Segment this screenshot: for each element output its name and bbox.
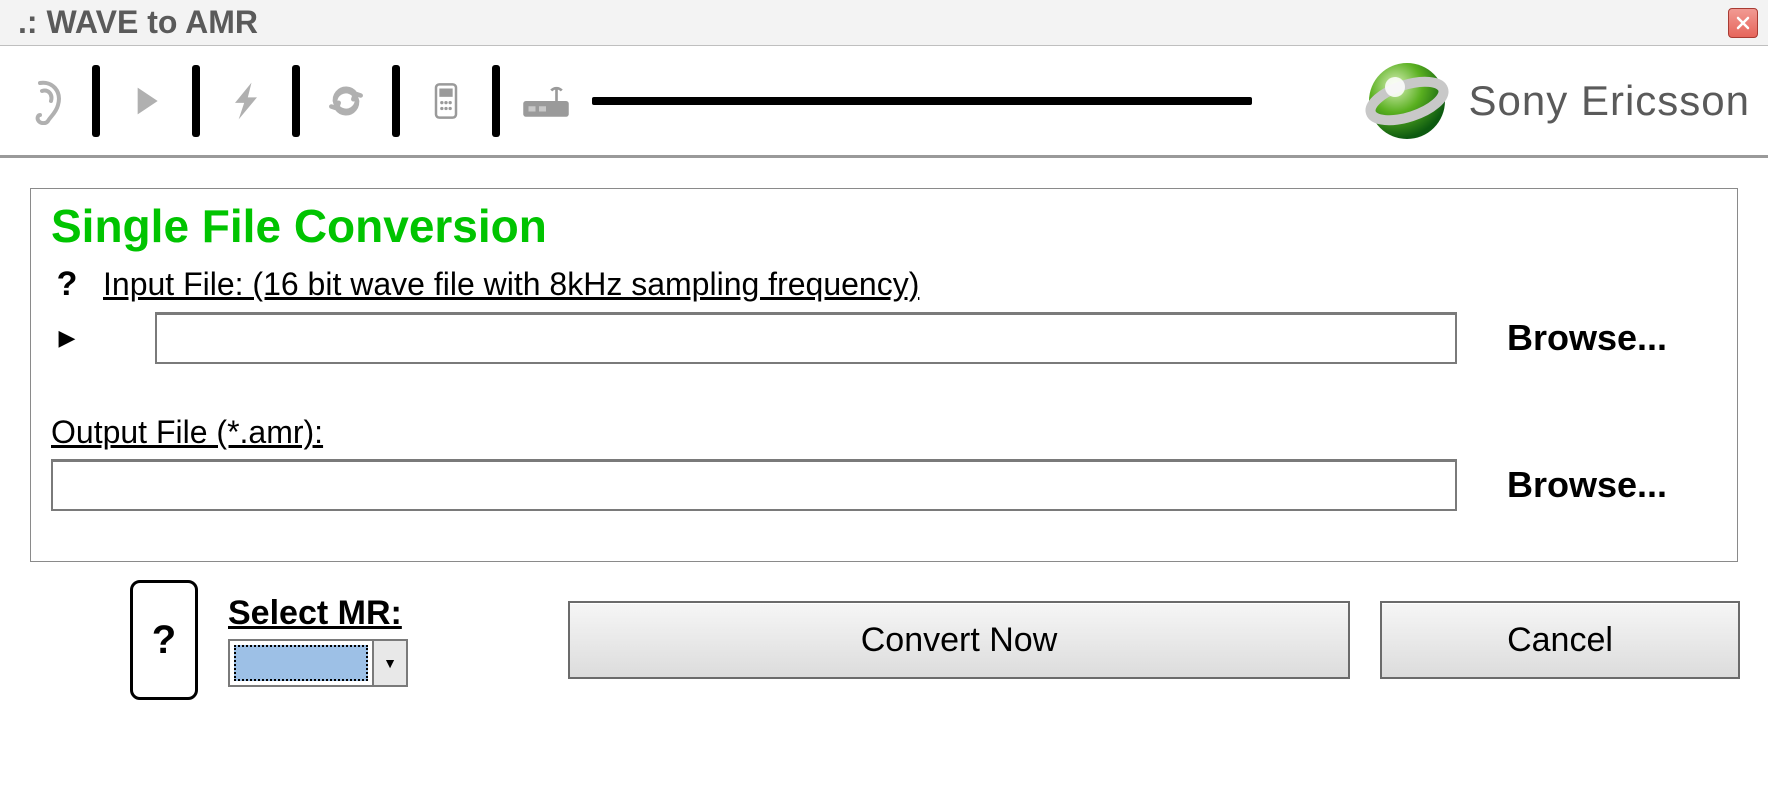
output-browse-button[interactable]: Browse...	[1507, 464, 1707, 506]
cancel-button[interactable]: Cancel	[1380, 601, 1740, 679]
progress-line	[592, 97, 1252, 105]
brand-name: Sony Ericsson	[1469, 77, 1750, 125]
close-icon	[1736, 16, 1750, 30]
toolbar-separator	[492, 65, 500, 137]
close-button[interactable]	[1728, 8, 1758, 38]
help-button[interactable]: ?	[130, 580, 198, 700]
select-mr-dropdown[interactable]: ▼	[228, 639, 408, 687]
toolbar-separator	[192, 65, 200, 137]
input-file-label: Input File: (16 bit wave file with 8kHz …	[103, 266, 919, 303]
sony-ericsson-logo-icon	[1365, 59, 1449, 143]
conversion-panel: Single File Conversion ? Input File: (16…	[30, 188, 1738, 562]
output-block: Output File (*.amr): Browse...	[51, 414, 1717, 511]
toolbar: Sony Ericsson	[0, 46, 1768, 158]
convert-now-button[interactable]: Convert Now	[568, 601, 1350, 679]
brand-zone: Sony Ericsson	[1365, 59, 1750, 143]
bottom-bar: ? Select MR: ▼ Convert Now Cancel	[0, 562, 1768, 700]
play-icon[interactable]	[118, 73, 174, 129]
phone-icon[interactable]	[418, 73, 474, 129]
lightning-icon[interactable]	[218, 73, 274, 129]
select-mr-value	[234, 645, 368, 681]
toolbar-separator	[92, 65, 100, 137]
output-file-field[interactable]	[51, 459, 1457, 511]
play-input-icon[interactable]: ▶	[51, 325, 83, 351]
select-mr-label: Select MR:	[228, 594, 408, 633]
input-file-row: ▶ Browse...	[51, 312, 1717, 364]
toolbar-separator	[292, 65, 300, 137]
input-label-row: ? Input File: (16 bit wave file with 8kH…	[51, 265, 1717, 304]
output-file-row: Browse...	[51, 459, 1717, 511]
window-title: .: WAVE to AMR	[18, 4, 1728, 41]
titlebar: .: WAVE to AMR	[0, 0, 1768, 46]
input-file-field[interactable]	[155, 312, 1457, 364]
ear-icon[interactable]	[18, 73, 74, 129]
select-mr-block: Select MR: ▼	[228, 594, 408, 687]
input-help-icon[interactable]: ?	[51, 265, 83, 304]
toolbar-separator	[392, 65, 400, 137]
input-browse-button[interactable]: Browse...	[1507, 317, 1707, 359]
router-icon[interactable]	[518, 73, 574, 129]
panel-title: Single File Conversion	[51, 199, 1717, 253]
output-file-label: Output File (*.amr):	[51, 414, 1717, 451]
refresh-icon[interactable]	[318, 73, 374, 129]
chevron-down-icon: ▼	[372, 641, 406, 685]
